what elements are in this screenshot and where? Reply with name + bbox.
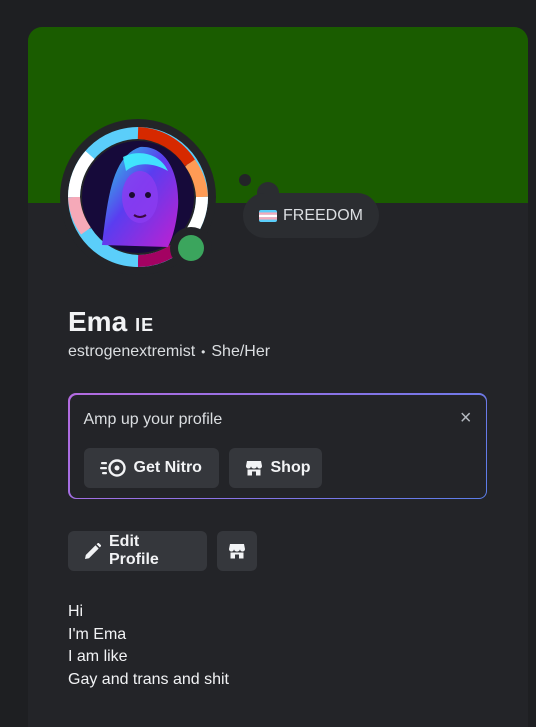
pronouns: She/Her	[211, 343, 271, 360]
custom-status[interactable]: FREEDOM	[243, 193, 379, 238]
shop-button[interactable]: Shop	[228, 447, 322, 488]
about-me: Hi I'm Ema I am like Gay and trans and s…	[68, 601, 229, 691]
pencil-icon	[85, 542, 101, 559]
status-dot	[178, 235, 204, 261]
shop-icon	[229, 544, 245, 559]
online-status-indicator	[170, 227, 212, 269]
bio-line: Hi	[68, 603, 84, 620]
get-nitro-label: Get Nitro	[133, 458, 202, 476]
edit-profile-button[interactable]: Edit Profile	[68, 531, 207, 571]
bio-line: I am like	[68, 648, 128, 665]
nitro-icon	[99, 458, 126, 477]
name-row: Ema IE	[68, 306, 154, 338]
guild-tag[interactable]: IE	[135, 315, 154, 336]
shop-icon-button[interactable]	[217, 531, 257, 571]
bio-line: Gay and trans and shit	[68, 670, 229, 688]
username-row: estrogenextremist • She/Her	[68, 343, 270, 361]
status-text: FREEDOM	[283, 206, 363, 224]
separator: •	[201, 345, 206, 359]
nitro-promo-panel: Amp up your profile × Get Nitro Shop	[68, 393, 487, 499]
bio-line: I'm Ema	[68, 625, 127, 643]
close-icon[interactable]: ×	[460, 407, 472, 430]
shop-icon	[245, 460, 262, 475]
shop-label: Shop	[270, 458, 311, 476]
edit-profile-label: Edit Profile	[109, 533, 159, 568]
username: estrogenextremist	[68, 343, 196, 360]
display-name: Ema	[68, 306, 128, 337]
status-bubble-tail-small	[239, 174, 251, 186]
profile-card: FREEDOM Ema IE estrogenextremist • She/H…	[28, 27, 528, 727]
get-nitro-button[interactable]: Get Nitro	[83, 447, 219, 488]
trans-flag-icon	[259, 209, 277, 222]
promo-title: Amp up your profile	[83, 410, 223, 428]
